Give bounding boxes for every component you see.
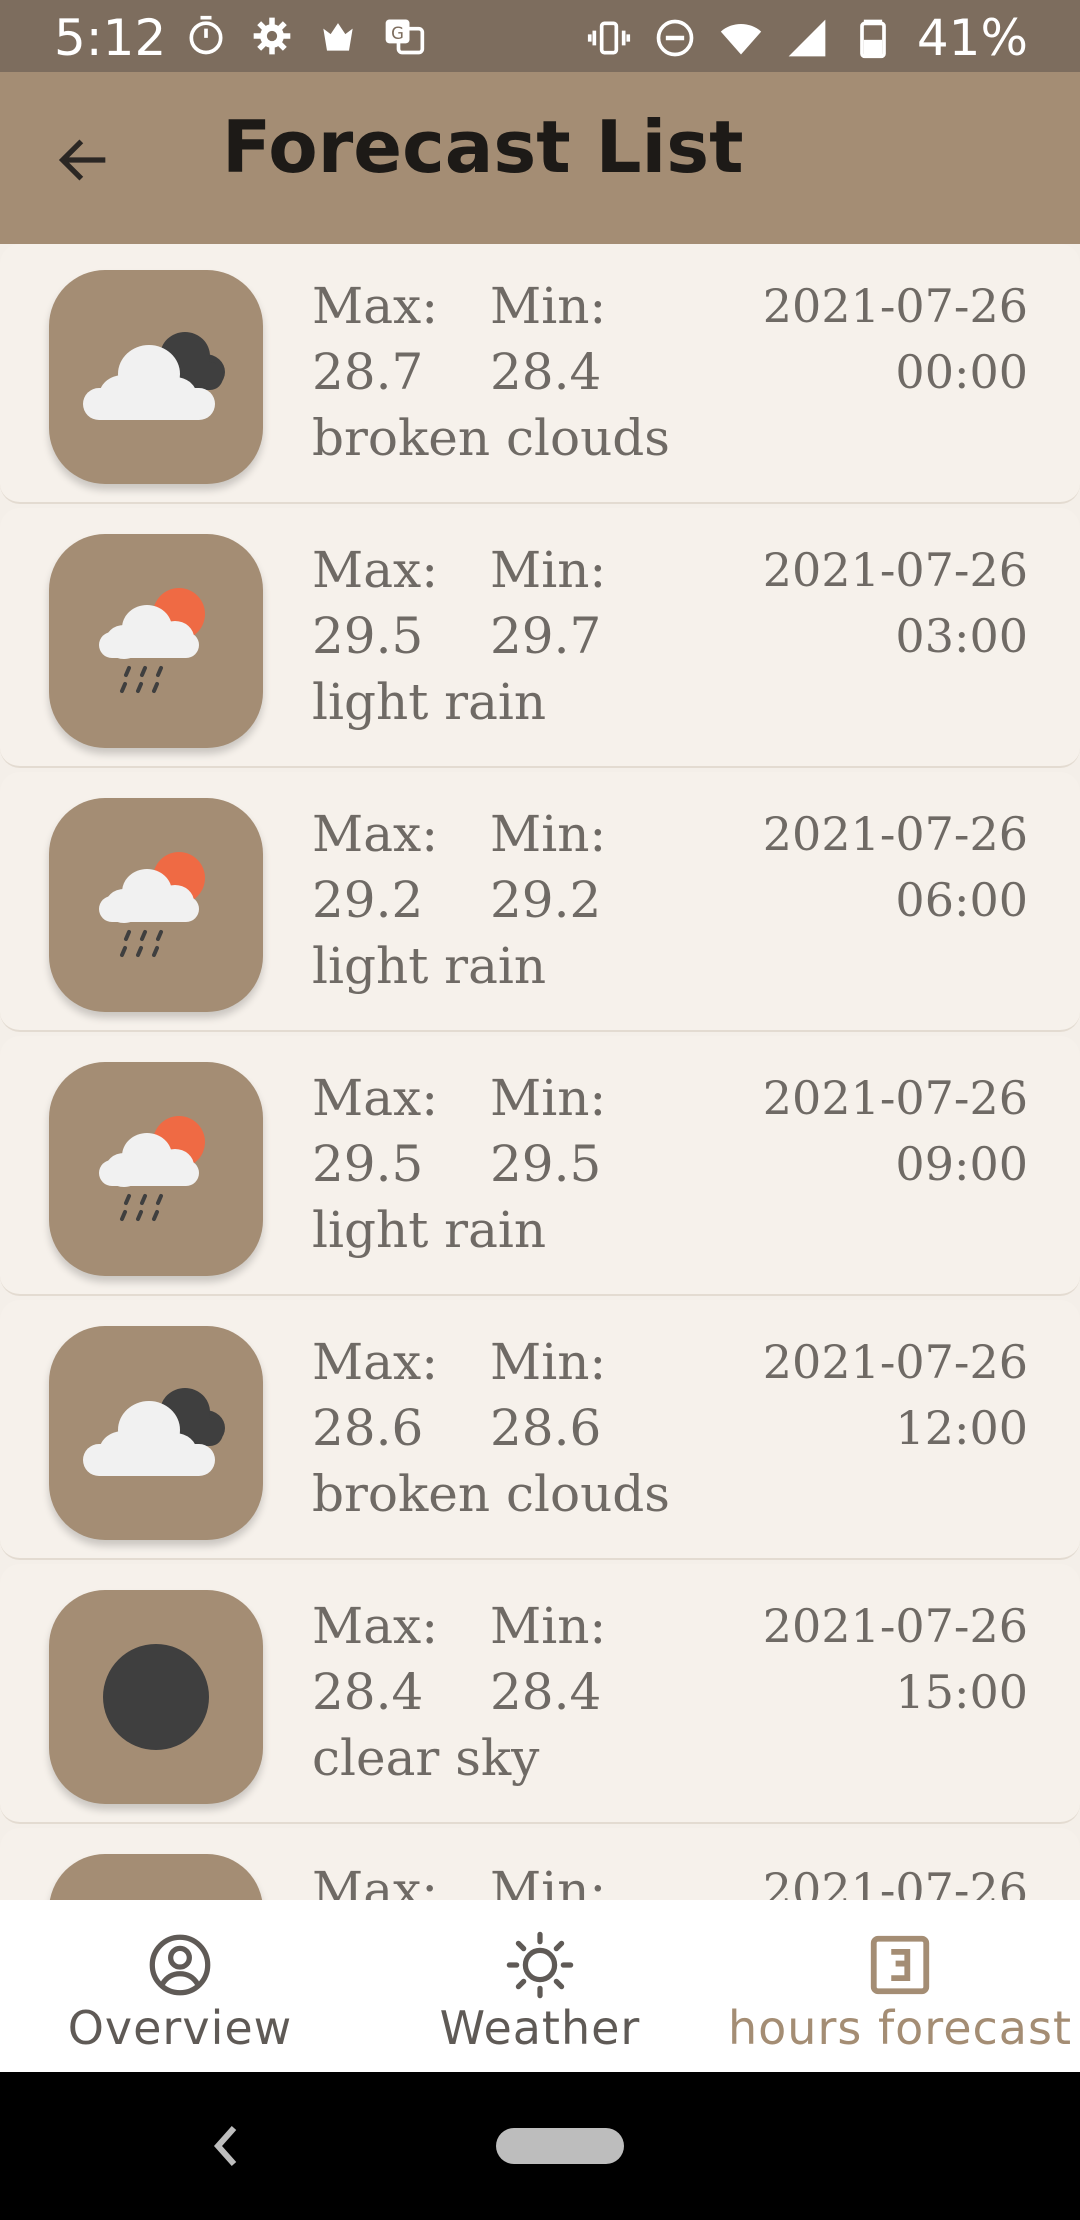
min-label: Min: <box>490 541 607 599</box>
max-temperature: 28.6 <box>312 1399 424 1457</box>
max-label: Max: <box>312 805 439 863</box>
sun-icon <box>506 1931 574 1999</box>
max-label: Max: <box>312 1333 439 1391</box>
weather-description: broken clouds <box>312 1465 670 1523</box>
weather-description: broken clouds <box>312 409 670 467</box>
light-rain-icon <box>49 1062 263 1276</box>
arrow-back-icon[interactable] <box>52 128 116 192</box>
timer-icon <box>189 15 223 55</box>
min-label: Min: <box>490 1597 607 1655</box>
forecast-date: 2021-07-26 <box>762 1335 1028 1389</box>
max-label: Max: <box>312 1861 439 1900</box>
settings-icon <box>253 17 291 55</box>
max-label: Max: <box>312 1069 439 1127</box>
forecast-date: 2021-07-26 <box>762 1599 1028 1653</box>
light-rain-icon <box>49 534 263 748</box>
min-label: Min: <box>490 1333 607 1391</box>
nav-label-weather: Weather <box>439 2001 641 2055</box>
min-label: Min: <box>490 805 607 863</box>
forecast-time: 15:00 <box>895 1665 1028 1719</box>
forecast-list[interactable]: Max: Min: 28.7 28.4 broken clouds 2021-0… <box>0 244 1080 1900</box>
wifi-icon <box>720 24 762 55</box>
weather-description: light rain <box>312 1201 547 1259</box>
max-temperature: 29.5 <box>312 1135 424 1193</box>
bottom-navigation: Overview Weather hours forecast <box>0 1900 1080 2072</box>
forecast-list-item[interactable]: Max: Min: 28.7 28.4 broken clouds 2021-0… <box>0 244 1080 504</box>
min-temperature: 28.4 <box>490 1663 602 1721</box>
forecast-date: 2021-07-26 <box>762 279 1028 333</box>
max-temperature: 29.5 <box>312 607 424 665</box>
max-label: Max: <box>312 1597 439 1655</box>
forecast-list-item[interactable]: Max: Min: 28.4 28.4 clear sky 2021-07-26… <box>0 1564 1080 1824</box>
forecast-date: 2021-07-26 <box>762 1863 1028 1900</box>
clear-sky-night-icon <box>49 1590 263 1804</box>
min-temperature: 29.2 <box>490 871 602 929</box>
min-label: Min: <box>490 277 607 335</box>
nav-label-overview: Overview <box>67 2001 293 2055</box>
status-system-icons: 41% <box>587 10 1028 66</box>
nav-item-weather[interactable]: Weather <box>360 1900 720 2072</box>
system-home-pill[interactable] <box>496 2128 624 2164</box>
weather-description: clear sky <box>312 1729 540 1787</box>
crown-icon <box>323 23 353 51</box>
looks-3-icon <box>870 1935 930 1995</box>
forecast-time: 12:00 <box>895 1401 1028 1455</box>
battery-percent: 41% <box>916 9 1028 67</box>
min-temperature: 28.6 <box>490 1399 602 1457</box>
svg-text:G: G <box>391 24 404 43</box>
forecast-list-item[interactable]: Max: Min: 28.6 28.6 broken clouds 2021-0… <box>0 1300 1080 1560</box>
vibrate-icon <box>587 21 630 55</box>
max-label: Max: <box>312 541 439 599</box>
nav-item-hours-forecast[interactable]: hours forecast <box>720 1900 1080 2072</box>
forecast-list-item[interactable]: Max: Min: 29.5 29.7 light rain 2021-07-2… <box>0 508 1080 768</box>
max-temperature: 28.7 <box>312 343 424 401</box>
weather-icon <box>49 1854 263 1900</box>
min-temperature: 28.4 <box>490 343 602 401</box>
forecast-list-item[interactable]: Max: Min: 2021-07-26 <box>0 1828 1080 1900</box>
min-label: Min: <box>490 1069 607 1127</box>
broken-clouds-icon <box>49 1326 263 1540</box>
forecast-date: 2021-07-26 <box>762 1071 1028 1125</box>
max-temperature: 29.2 <box>312 871 424 929</box>
max-label: Max: <box>312 277 439 335</box>
app-bar: Forecast List <box>0 72 1080 244</box>
forecast-time: 06:00 <box>895 873 1028 927</box>
max-temperature: 28.4 <box>312 1663 424 1721</box>
broken-clouds-icon <box>49 270 263 484</box>
status-notification-icons: G <box>184 14 426 58</box>
nav-item-overview[interactable]: Overview <box>0 1900 360 2072</box>
forecast-date: 2021-07-26 <box>762 543 1028 597</box>
forecast-date: 2021-07-26 <box>762 807 1028 861</box>
forecast-list-item[interactable]: Max: Min: 29.5 29.5 light rain 2021-07-2… <box>0 1036 1080 1296</box>
min-temperature: 29.5 <box>490 1135 602 1193</box>
min-label: Min: <box>490 1861 607 1900</box>
battery-icon <box>860 19 886 59</box>
forecast-time: 09:00 <box>895 1137 1028 1191</box>
signal-icon <box>788 19 826 57</box>
translate-icon: G <box>385 19 425 55</box>
weather-description: light rain <box>312 937 547 995</box>
page-title: Forecast List <box>222 105 744 189</box>
system-back-icon[interactable] <box>206 2116 246 2176</box>
forecast-time: 03:00 <box>895 609 1028 663</box>
weather-description: light rain <box>312 673 547 731</box>
light-rain-icon <box>49 798 263 1012</box>
status-bar: 5:12 G 41% <box>0 0 1080 72</box>
forecast-list-item[interactable]: Max: Min: 29.2 29.2 light rain 2021-07-2… <box>0 772 1080 1032</box>
nav-label-hours-forecast: hours forecast <box>728 2001 1072 2055</box>
system-navigation-bar <box>0 2072 1080 2220</box>
status-time: 5:12 <box>54 9 167 67</box>
account-circle-icon <box>149 1934 211 1996</box>
do-not-disturb-icon <box>656 19 694 57</box>
forecast-time: 00:00 <box>895 345 1028 399</box>
min-temperature: 29.7 <box>490 607 602 665</box>
